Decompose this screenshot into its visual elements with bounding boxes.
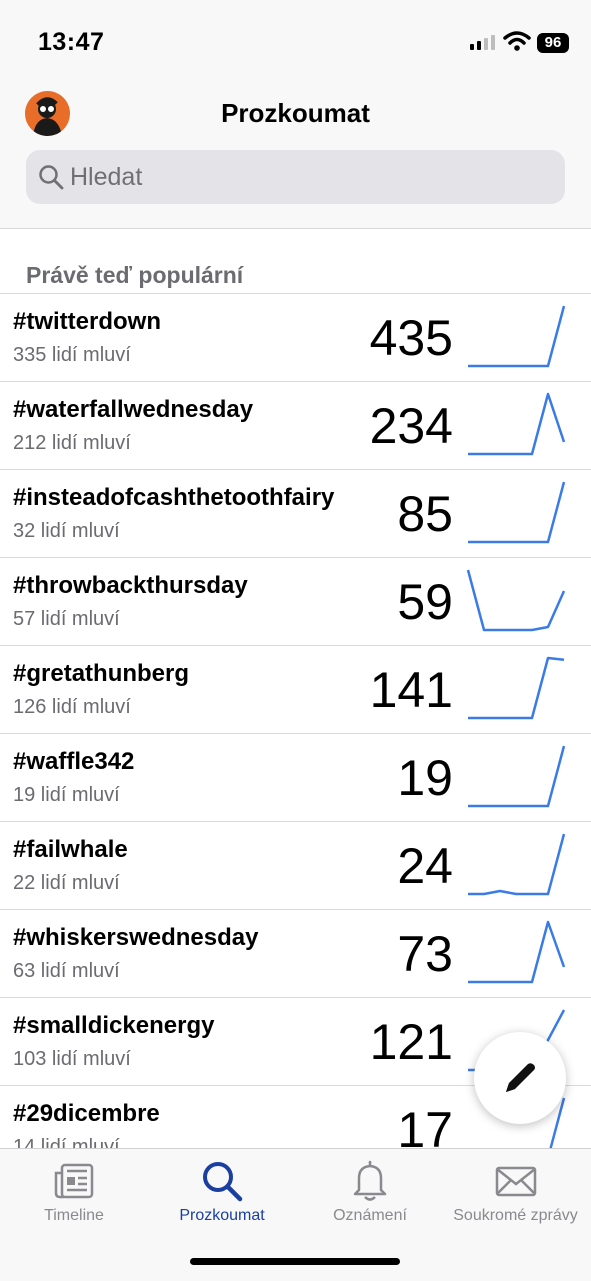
wifi-icon (503, 31, 531, 51)
trend-post-count: 73 (397, 926, 453, 982)
search-input[interactable] (70, 150, 550, 204)
tab-messages[interactable]: Soukromé zprávy (440, 1149, 591, 1239)
page-title: Prozkoumat (221, 98, 370, 128)
trend-hashtag: #whiskerswednesday (13, 924, 259, 951)
sparkline-path (466, 569, 566, 632)
trend-row[interactable]: #insteadofcashthetoothfairy 32 lidí mluví… (0, 470, 591, 558)
tab-explore[interactable]: Prozkoumat (148, 1149, 296, 1239)
tab-label: Oznámení (333, 1207, 407, 1224)
tab-notifications[interactable]: Oznámení (296, 1149, 444, 1239)
header: Prozkoumat (0, 80, 591, 229)
battery-indicator: 96 (537, 33, 569, 53)
trend-hashtag: #waffle342 (13, 748, 135, 775)
trend-sparkline (468, 745, 566, 808)
trend-hashtag: #smalldickenergy (13, 1012, 215, 1039)
cellular-signal-icon (470, 35, 495, 50)
trend-post-count: 24 (397, 838, 453, 894)
sparkline-path (468, 656, 565, 720)
status-time: 13:47 (38, 28, 105, 56)
sparkline-path (468, 392, 566, 456)
trend-people-count: 103 lidí mluví (13, 1048, 131, 1070)
trend-hashtag: #29dicembre (13, 1100, 160, 1127)
tab-label: Prozkoumat (179, 1207, 265, 1224)
trend-sparkline (468, 392, 566, 456)
trend-post-count: 141 (369, 662, 453, 718)
trend-sparkline (468, 305, 566, 368)
trend-post-count: 85 (397, 486, 453, 542)
trend-hashtag: #gretathunberg (13, 660, 190, 687)
trend-sparkline (468, 481, 566, 544)
trend-people-count: 22 lidí mluví (13, 872, 120, 894)
trend-row[interactable]: #failwhale 22 lidí mluví 24 (0, 822, 591, 910)
trend-post-count: 121 (369, 1014, 453, 1070)
trend-hashtag: #waterfallwednesday (13, 396, 254, 423)
trend-sparkline (466, 569, 566, 632)
trend-sparkline (468, 656, 565, 720)
pencil-icon (506, 1063, 535, 1092)
trend-people-count: 32 lidí mluví (13, 520, 120, 542)
section-title: Právě teď populární (26, 262, 244, 288)
sparkline-path (468, 305, 566, 368)
newspaper-icon (54, 1163, 94, 1199)
home-indicator (190, 1258, 400, 1265)
sparkline-path (468, 833, 566, 896)
trend-people-count: 63 lidí mluví (13, 960, 120, 982)
trend-people-count: 126 lidí mluví (13, 696, 131, 718)
search-bar[interactable] (26, 150, 565, 204)
tab-timeline[interactable]: Timeline (0, 1149, 148, 1239)
status-bar: 13:47 96 (0, 0, 591, 80)
trend-hashtag: #throwbackthursday (13, 572, 248, 599)
sparkline-path (468, 920, 566, 984)
sparkline-path (468, 745, 566, 808)
search-icon (203, 1162, 243, 1202)
trend-post-count: 19 (397, 750, 453, 806)
sparkline-path (468, 481, 566, 544)
trend-row[interactable]: #waterfallwednesday 212 lidí mluví 234 (0, 382, 591, 470)
envelope-icon (495, 1166, 536, 1197)
trend-row[interactable]: #waffle342 19 lidí mluví 19 (0, 734, 591, 822)
tab-label: Soukromé zprávy (453, 1207, 578, 1224)
search-icon (39, 165, 64, 190)
trend-post-count: 234 (369, 398, 453, 454)
bell-icon (353, 1160, 387, 1201)
trend-hashtag: #insteadofcashthetoothfairy (13, 484, 335, 511)
trend-people-count: 57 lidí mluví (13, 608, 120, 630)
trend-post-count: 435 (369, 310, 453, 366)
trend-row[interactable]: #gretathunberg 126 lidí mluví 141 (0, 646, 591, 734)
trend-list: #twitterdown 335 lidí mluví 435 #waterfallw… (0, 293, 591, 1149)
trend-hashtag: #twitterdown (13, 308, 161, 335)
trend-row[interactable]: #twitterdown 335 lidí mluví 435 (0, 294, 591, 382)
trend-post-count: 17 (397, 1102, 453, 1149)
trend-people-count: 19 lidí mluví (13, 784, 120, 806)
trend-row[interactable]: #whiskerswednesday 63 lidí mluví 73 (0, 910, 591, 998)
trend-hashtag: #failwhale (13, 836, 128, 863)
trend-row[interactable]: #throwbackthursday 57 lidí mluví 59 (0, 558, 591, 646)
trend-sparkline (468, 833, 566, 896)
trend-post-count: 59 (397, 574, 453, 630)
trend-people-count: 212 lidí mluví (13, 432, 131, 454)
trend-people-count: 335 lidí mluví (13, 344, 131, 366)
tab-label: Timeline (44, 1207, 104, 1224)
trend-sparkline (468, 920, 566, 984)
compose-button[interactable] (474, 1032, 566, 1124)
